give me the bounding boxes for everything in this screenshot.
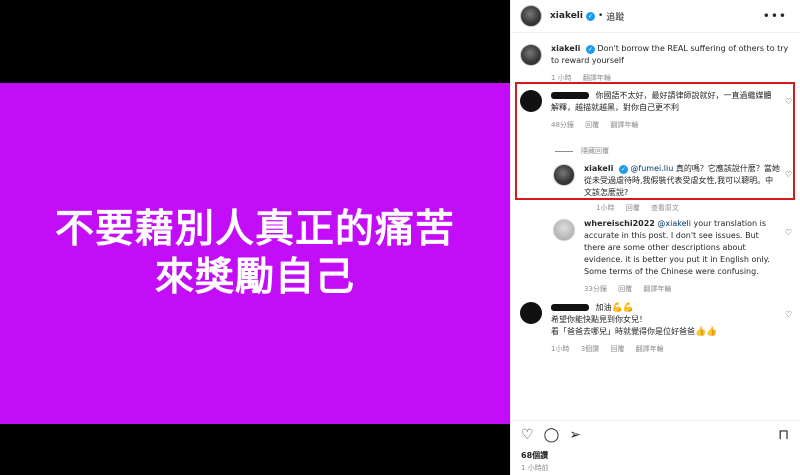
avatar[interactable] bbox=[520, 44, 542, 66]
likes-count[interactable]: 68個讚 bbox=[521, 450, 548, 461]
comment-text: 加油 bbox=[595, 303, 612, 312]
divider bbox=[555, 150, 573, 152]
verified-icon: ✓ bbox=[585, 45, 595, 54]
mention-link[interactable]: @fumei.liu bbox=[630, 164, 673, 173]
comment-icon[interactable]: ◯ bbox=[544, 427, 560, 443]
reply-button[interactable]: 回覆 bbox=[618, 285, 632, 293]
reply-button[interactable]: 回覆 bbox=[610, 345, 624, 353]
reply-button[interactable]: 回覆 bbox=[626, 204, 640, 212]
reply-time[interactable]: 33分鐘 bbox=[584, 285, 607, 293]
avatar[interactable] bbox=[553, 164, 575, 186]
comment-text-line: 看「爸爸去哪兒」時就覺得你是位好爸爸 bbox=[551, 327, 695, 336]
comment-time[interactable]: 1小時 bbox=[551, 345, 569, 353]
reply-username[interactable]: xiakeli bbox=[584, 164, 613, 173]
hide-replies-label: 隱藏回覆 bbox=[581, 147, 609, 155]
avatar[interactable] bbox=[520, 302, 542, 324]
post-media[interactable]: 不要藉別人真正的痛苦 來獎勵自己 bbox=[0, 0, 510, 475]
follow-button[interactable]: 追蹤 bbox=[606, 10, 624, 23]
post-header: xiakeli ✓ • 追蹤 ••• bbox=[511, 0, 800, 33]
flexed-biceps-icon: 💪💪 bbox=[611, 303, 634, 313]
reply: xiakeli ✓ @fumei.liu 真的嗎？它應該說什麼？當她從未受過虐待… bbox=[553, 163, 781, 199]
poster-line-2: 來獎勵自己 bbox=[154, 254, 355, 300]
reply-button[interactable]: 回覆 bbox=[585, 121, 599, 129]
caption: xiakeli ✓ Don't borrow the REAL sufferin… bbox=[520, 43, 790, 84]
mention-link[interactable]: @xiakeli bbox=[657, 219, 691, 228]
post-image: 不要藉別人真正的痛苦 來獎勵自己 bbox=[0, 83, 510, 424]
separator-dot: • bbox=[597, 11, 604, 21]
comment-likes[interactable]: 3個讚 bbox=[581, 345, 599, 353]
heart-icon[interactable]: ♡ bbox=[785, 170, 792, 179]
reply-text: 真的嗎？它應該說什麼？當她從未受過虐待時,我假裝代表受虐女性,我可以聰明。中文該… bbox=[584, 164, 780, 197]
thumbs-up-icon: 👍👍 bbox=[695, 327, 718, 337]
heart-icon[interactable]: ♡ bbox=[521, 427, 534, 443]
comments-panel: xiakeli ✓ • 追蹤 ••• xiakeli ✓ Don't borro… bbox=[510, 0, 800, 475]
comment: 你國語不太好，最好請律師說就好，一直過繼媒體解釋，越描就越黑，對你自己更不利 4… bbox=[520, 90, 790, 131]
translate-link[interactable]: 翻譯年輪 bbox=[610, 121, 638, 129]
hide-replies-button[interactable]: 隱藏回覆 bbox=[555, 146, 609, 156]
reply-time[interactable]: 1小時 bbox=[596, 204, 614, 212]
poster-line-1: 不要藉別人真正的痛苦 bbox=[54, 206, 455, 252]
translate-link[interactable]: 查看原文 bbox=[651, 204, 679, 212]
translate-link[interactable]: 翻譯年輪 bbox=[636, 345, 664, 353]
verified-icon: ✓ bbox=[618, 165, 628, 174]
avatar[interactable] bbox=[520, 90, 542, 112]
caption-time[interactable]: 1 小時 bbox=[551, 74, 572, 82]
more-icon[interactable]: ••• bbox=[763, 9, 787, 23]
avatar[interactable] bbox=[520, 5, 542, 27]
heart-icon[interactable]: ♡ bbox=[785, 310, 792, 319]
reply: whereischi2022 @xiakeli your translation… bbox=[553, 218, 781, 295]
reply-meta: 1小時 回覆 查看原文 bbox=[596, 203, 688, 213]
redacted-username bbox=[551, 304, 589, 311]
share-icon[interactable]: ➢ bbox=[569, 427, 581, 443]
header-username[interactable]: xiakeli bbox=[550, 11, 583, 21]
bookmark-icon[interactable]: ⊓ bbox=[778, 427, 789, 443]
comment: 加油💪💪 希望你能快點見到你女兒！ 看「爸爸去哪兒」時就覺得你是位好爸爸👍👍 1… bbox=[520, 302, 790, 355]
comment-time[interactable]: 48分鐘 bbox=[551, 121, 574, 129]
comment-text-line: 希望你能快點見到你女兒！ bbox=[551, 315, 647, 324]
translate-link[interactable]: 翻譯年輪 bbox=[643, 285, 671, 293]
heart-icon[interactable]: ♡ bbox=[785, 228, 792, 237]
translate-link[interactable]: 翻譯年輪 bbox=[583, 74, 611, 82]
verified-icon: ✓ bbox=[585, 11, 595, 21]
post-time: 1 小時前 bbox=[521, 464, 549, 472]
caption-username[interactable]: xiakeli bbox=[551, 44, 580, 53]
reply-username[interactable]: whereischi2022 bbox=[584, 219, 655, 228]
redacted-username bbox=[551, 92, 589, 99]
post-actions: ♡ ◯ ➢ ⊓ 68個讚 1 小時前 bbox=[511, 420, 800, 475]
heart-icon[interactable]: ♡ bbox=[785, 97, 792, 106]
avatar[interactable] bbox=[553, 219, 575, 241]
